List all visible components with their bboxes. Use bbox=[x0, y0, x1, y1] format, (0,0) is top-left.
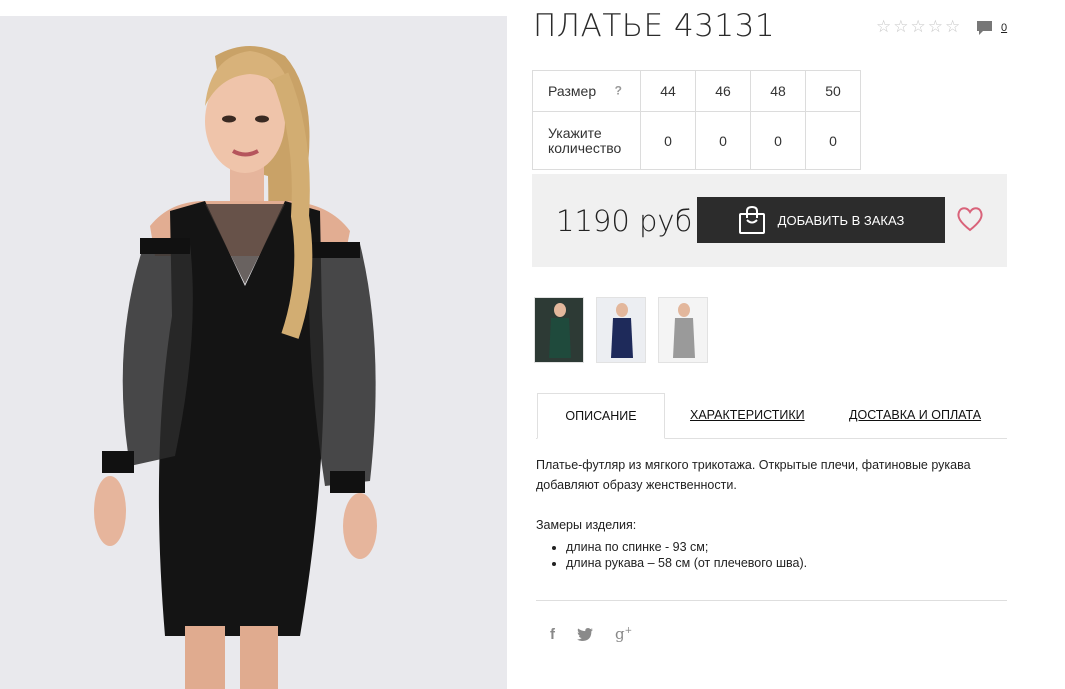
heart-icon[interactable] bbox=[956, 206, 984, 232]
product-title: ПЛАТЬЕ 43131 bbox=[533, 8, 776, 44]
comment-icon bbox=[977, 21, 992, 35]
size-option[interactable]: 50 bbox=[805, 70, 861, 112]
quantity-input[interactable]: 0 bbox=[695, 111, 751, 170]
quantity-input[interactable]: 0 bbox=[805, 111, 861, 170]
quantity-label-line2: количество bbox=[548, 139, 622, 156]
size-help-icon[interactable]: ? bbox=[615, 84, 622, 99]
product-photo bbox=[0, 16, 507, 689]
comments-link[interactable]: 0 bbox=[976, 20, 1007, 36]
thumbnail-grey-dress[interactable] bbox=[658, 297, 708, 363]
social-share: f g+ bbox=[550, 625, 632, 643]
size-option[interactable]: 48 bbox=[750, 70, 806, 112]
add-to-order-label: ДОБАВИТЬ В ЗАКАЗ bbox=[777, 212, 905, 228]
google-plus-icon[interactable]: g+ bbox=[615, 625, 632, 643]
tab-delivery-payment[interactable]: ДОСТАВКА И ОПЛАТА bbox=[849, 393, 981, 438]
measures-title: Замеры изделия: bbox=[536, 518, 637, 532]
divider bbox=[536, 600, 1007, 601]
measures-list: длина по спинке - 93 см; длина рукава – … bbox=[536, 539, 807, 571]
star-icon[interactable]: ☆ bbox=[876, 18, 891, 35]
star-icon[interactable]: ☆ bbox=[928, 18, 943, 35]
thumbnail-navy-dress[interactable] bbox=[596, 297, 646, 363]
twitter-icon[interactable] bbox=[577, 627, 593, 641]
thumbnail-green-dress[interactable] bbox=[534, 297, 584, 363]
add-to-order-button[interactable]: ДОБАВИТЬ В ЗАКАЗ bbox=[697, 197, 945, 243]
tab-description[interactable]: ОПИСАНИЕ bbox=[537, 393, 665, 439]
price: 1190 руб bbox=[556, 204, 693, 238]
quantity-input[interactable]: 0 bbox=[750, 111, 806, 170]
star-icon[interactable]: ☆ bbox=[945, 18, 960, 35]
size-table: Размер ? 44 46 48 50 Укажите количество … bbox=[532, 70, 861, 170]
shopping-bag-icon bbox=[738, 205, 765, 234]
list-item: длина по спинке - 93 см; bbox=[566, 539, 807, 555]
comments-count[interactable]: 0 bbox=[1001, 22, 1007, 34]
description-text: Платье-футляр из мягкого трикотажа. Откр… bbox=[536, 458, 971, 492]
rating-stars[interactable]: ☆ ☆ ☆ ☆ ☆ bbox=[876, 18, 960, 35]
size-option[interactable]: 44 bbox=[640, 70, 696, 112]
star-icon[interactable]: ☆ bbox=[911, 18, 926, 35]
size-option[interactable]: 46 bbox=[695, 70, 751, 112]
thumbnail-gallery bbox=[534, 297, 708, 363]
product-tabs: ОПИСАНИЕ ХАРАКТЕРИСТИКИ ДОСТАВКА И ОПЛАТ… bbox=[536, 393, 1007, 439]
star-icon[interactable]: ☆ bbox=[893, 18, 908, 35]
list-item: длина рукава – 58 см (от плечевого шва). bbox=[566, 555, 807, 571]
facebook-icon[interactable]: f bbox=[550, 626, 555, 643]
buy-panel: 1190 руб ДОБАВИТЬ В ЗАКАЗ bbox=[532, 174, 1007, 267]
tab-characteristics[interactable]: ХАРАКТЕРИСТИКИ bbox=[690, 393, 805, 438]
quantity-input[interactable]: 0 bbox=[640, 111, 696, 170]
size-label: Размер bbox=[548, 82, 597, 99]
size-label-cell: Размер ? bbox=[532, 70, 641, 112]
quantity-label-cell: Укажите количество bbox=[532, 111, 641, 170]
quantity-label-line1: Укажите bbox=[548, 124, 602, 141]
